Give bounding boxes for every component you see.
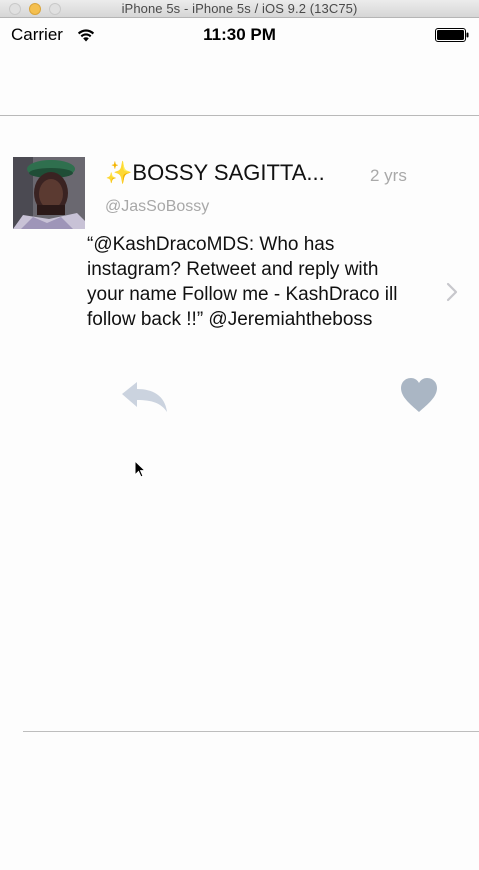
mouse-cursor-icon [134, 460, 146, 478]
heart-icon[interactable] [400, 377, 438, 413]
author-avatar[interactable] [13, 157, 85, 229]
window-title: iPhone 5s - iPhone 5s / iOS 9.2 (13C75) [121, 1, 358, 16]
battery-icon [435, 28, 469, 42]
author-name[interactable]: ✨BOSSY SAGITTA... [105, 160, 325, 186]
status-time: 11:30 PM [203, 25, 276, 44]
author-handle[interactable]: @JasSoBossy [105, 198, 209, 216]
status-bar: Carrier 11:30 PM [0, 18, 479, 52]
tweet-text: “@KashDracoMDS: Who has instagram? Retwe… [87, 234, 398, 330]
reply-icon[interactable] [121, 381, 169, 413]
cell-separator [23, 731, 479, 732]
simulator-title-bar: iPhone 5s - iPhone 5s / iOS 9.2 (13C75) [0, 0, 479, 18]
avatar-photo [13, 157, 85, 229]
tweet-timestamp: 2 yrs [370, 166, 407, 185]
tweet-cell[interactable]: ✨BOSSY SAGITTA... 2 yrs @JasSoBossy “@Ka… [0, 116, 479, 730]
chevron-right-icon[interactable] [446, 282, 458, 302]
